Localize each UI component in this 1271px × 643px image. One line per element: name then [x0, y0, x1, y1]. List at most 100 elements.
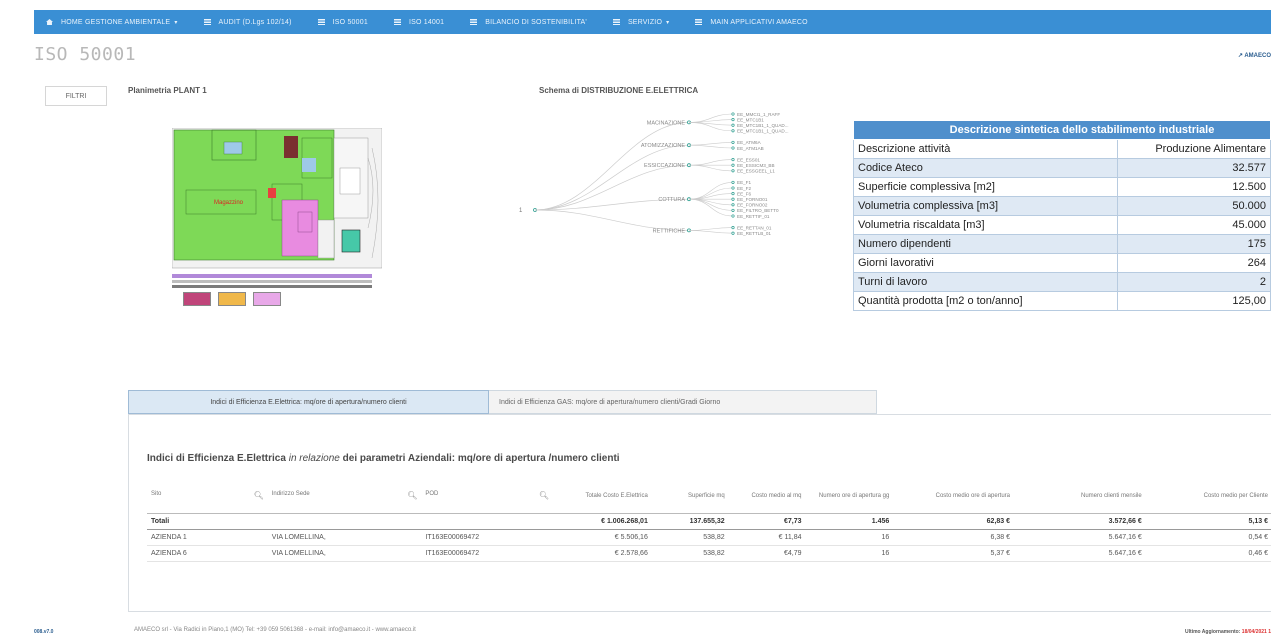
tree-group-label: COTTURA — [658, 197, 685, 203]
panel-title-strong: Indici di Efficienza E.Elettrica — [147, 453, 286, 464]
col-header[interactable]: Superficie mq — [651, 479, 729, 514]
col-header[interactable]: Indirizzo Sede 🔍︎ — [267, 479, 422, 514]
top-nav: HOME GESTIONE AMBIENTALE ▾ AUDIT (D.Lgs 10… — [34, 10, 1271, 34]
efficiency-panel: Indici di Efficienza E.Elettrica in rela… — [128, 414, 1271, 612]
table-cell: 0,46 € — [1145, 545, 1271, 562]
table-row: AZIENDA 6 VIA LOMELLINA, IT163E00069472 € 2… — [147, 545, 1271, 562]
nav-item[interactable]: ISO 50001 — [306, 10, 382, 34]
table-cell: €4,79 — [728, 545, 806, 562]
tree-leaf-label: EE_F6 — [737, 191, 751, 196]
tree-leaf-label: EE_ESSGEEL_L1 — [737, 169, 775, 174]
description-row: Turni di lavoro 2 — [853, 272, 1271, 292]
table-cell — [267, 513, 422, 530]
col-header[interactable]: Costo medio al mq — [728, 479, 806, 514]
description-value: 12.500 — [1117, 177, 1271, 197]
description-value: Produzione Alimentare — [1117, 139, 1271, 159]
tree-node — [731, 158, 735, 162]
description-label: Quantità prodotta [m2 o ton/anno] — [853, 291, 1118, 311]
nav-item[interactable]: HOME GESTIONE AMBIENTALE ▾ — [34, 10, 192, 34]
table-cell: 16 — [805, 545, 894, 562]
nav-item[interactable]: ISO 14001 — [382, 10, 458, 34]
description-row: Volumetria complessiva [m3] 50.000 — [853, 196, 1271, 216]
panel-title-rest: dei parametri Aziendali: mq/ore di apert… — [342, 453, 620, 464]
floor-plan-room — [284, 136, 298, 158]
floor-plan-room — [297, 211, 313, 233]
table-cell: € 1.006.268,01 — [553, 513, 652, 530]
search-icon[interactable]: 🔍︎ — [407, 491, 417, 500]
search-icon[interactable]: 🔍︎ — [539, 491, 549, 500]
description-row: Superficie complessiva [m2] 12.500 — [853, 177, 1271, 197]
tree-leaf-label: EE_F2 — [737, 186, 751, 191]
col-header[interactable]: POD 🔍︎ — [421, 479, 554, 514]
col-header[interactable]: Sito 🔍︎ — [147, 479, 268, 514]
tab-gas-efficiency[interactable]: Indici di Efficienza GAS: mq/ore di aper… — [489, 390, 877, 414]
distribution-tree: 1MACINAZIONEEE_MMCI1_1_RAFFEE_MTC1B1EE_M… — [519, 112, 789, 236]
nav-item[interactable]: AUDIT (D.Lgs 102/14) — [192, 10, 306, 34]
nav-item[interactable]: MAIN APPLICATIVI AMAECO — [683, 10, 821, 34]
tab-electric-efficiency[interactable]: Indici di Efficienza E.Elettrica: mq/ore… — [128, 390, 489, 414]
legend-swatch-pink — [253, 292, 281, 306]
tree-leaf-label: EE_FORNO02 — [737, 203, 768, 208]
description-label: Superficie complessiva [m2] — [853, 177, 1118, 197]
nav-item[interactable]: SERVIZIO ▾ — [601, 10, 683, 34]
floor-plan-room — [317, 219, 335, 259]
floor-plan-room — [302, 158, 316, 172]
tree-leaf-label: EE_ESS01 — [737, 157, 760, 162]
floor-plan: Magazzino — [172, 128, 382, 288]
description-label: Volumetria riscaldata [m3] — [853, 215, 1118, 235]
col-header-label: POD — [425, 491, 439, 498]
panel-title-em: in relazione — [288, 453, 340, 464]
legend-swatch-orange — [218, 292, 246, 306]
list-icon — [393, 19, 401, 25]
list-icon — [612, 19, 620, 25]
tree-node — [731, 129, 735, 133]
nav-item[interactable]: BILANCIO DI SOSTENIBILITA' — [458, 10, 601, 34]
table-cell — [421, 513, 554, 530]
table-cell: IT163E00069472 — [421, 529, 554, 546]
description-row: Codice Ateco 32.577 — [853, 158, 1271, 178]
nav-item-label: MAIN APPLICATIVI AMAECO — [710, 18, 808, 26]
col-header[interactable]: Totale Costo E.Elettrica — [553, 479, 652, 514]
table-cell: € 2.578,66 — [553, 545, 652, 562]
page-title: ISO 50001 — [34, 44, 137, 65]
description-label: Turni di lavoro — [853, 272, 1118, 292]
tree-node — [731, 186, 735, 190]
description-value: 50.000 — [1117, 196, 1271, 216]
nav-item-label: BILANCIO DI SOSTENIBILITA' — [485, 18, 587, 26]
table-cell: VIA LOMELLINA, — [267, 545, 422, 562]
col-header[interactable]: Numero ore di apertura gg — [805, 479, 894, 514]
table-cell: 538,82 — [651, 529, 729, 546]
table-cell: 5,13 € — [1145, 513, 1271, 530]
col-header[interactable]: Costo medio ore di apertura — [893, 479, 1015, 514]
floor-plan-room — [223, 141, 243, 155]
tree-link — [688, 227, 734, 231]
user-link[interactable]: ↗ AMAECO — [1238, 52, 1271, 59]
floor-plan-room — [268, 188, 276, 198]
col-header-label: Indirizzo Sede — [271, 491, 310, 498]
tree-node — [731, 140, 735, 144]
efficiency-grid: Sito 🔍︎ Indirizzo Sede 🔍︎ POD 🔍︎ Totale Cos… — [147, 479, 1271, 562]
tree-group-label: RETTIFICHE — [653, 228, 686, 234]
filter-button[interactable]: FILTRI — [45, 86, 107, 106]
col-header-label: Sito — [151, 491, 162, 498]
col-header[interactable]: Costo medio per Cliente — [1145, 479, 1271, 514]
tree-node — [731, 203, 735, 207]
list-icon — [203, 19, 211, 25]
tabs: Indici di Efficienza E.Elettrica: mq/ore… — [128, 390, 877, 414]
tree-leaf-label: EE_ATM1AB — [737, 146, 764, 151]
col-header[interactable]: Numero clienti mensile — [1014, 479, 1146, 514]
floor-plan-room-label: Magazzino — [214, 200, 244, 206]
floor-plan-corridor — [172, 285, 372, 288]
tree-node — [731, 197, 735, 201]
tree-leaf-label: EE_ESSICM3_BB — [737, 163, 775, 168]
tree-leaf-label: EE_MMCI1_1_RAFF — [737, 112, 780, 117]
search-icon[interactable]: 🔍︎ — [254, 491, 264, 500]
description-value: 175 — [1117, 234, 1271, 254]
tree-node — [731, 123, 735, 127]
description-value: 45.000 — [1117, 215, 1271, 235]
tree-leaf-label: EE_ATM6A — [737, 140, 762, 145]
floor-plan-corridor — [172, 274, 372, 278]
table-cell: 6,38 € — [893, 529, 1015, 546]
description-table: Descrizione sintetica dello stabilimento… — [853, 120, 1271, 311]
nav-item-label: ISO 50001 — [332, 18, 368, 26]
